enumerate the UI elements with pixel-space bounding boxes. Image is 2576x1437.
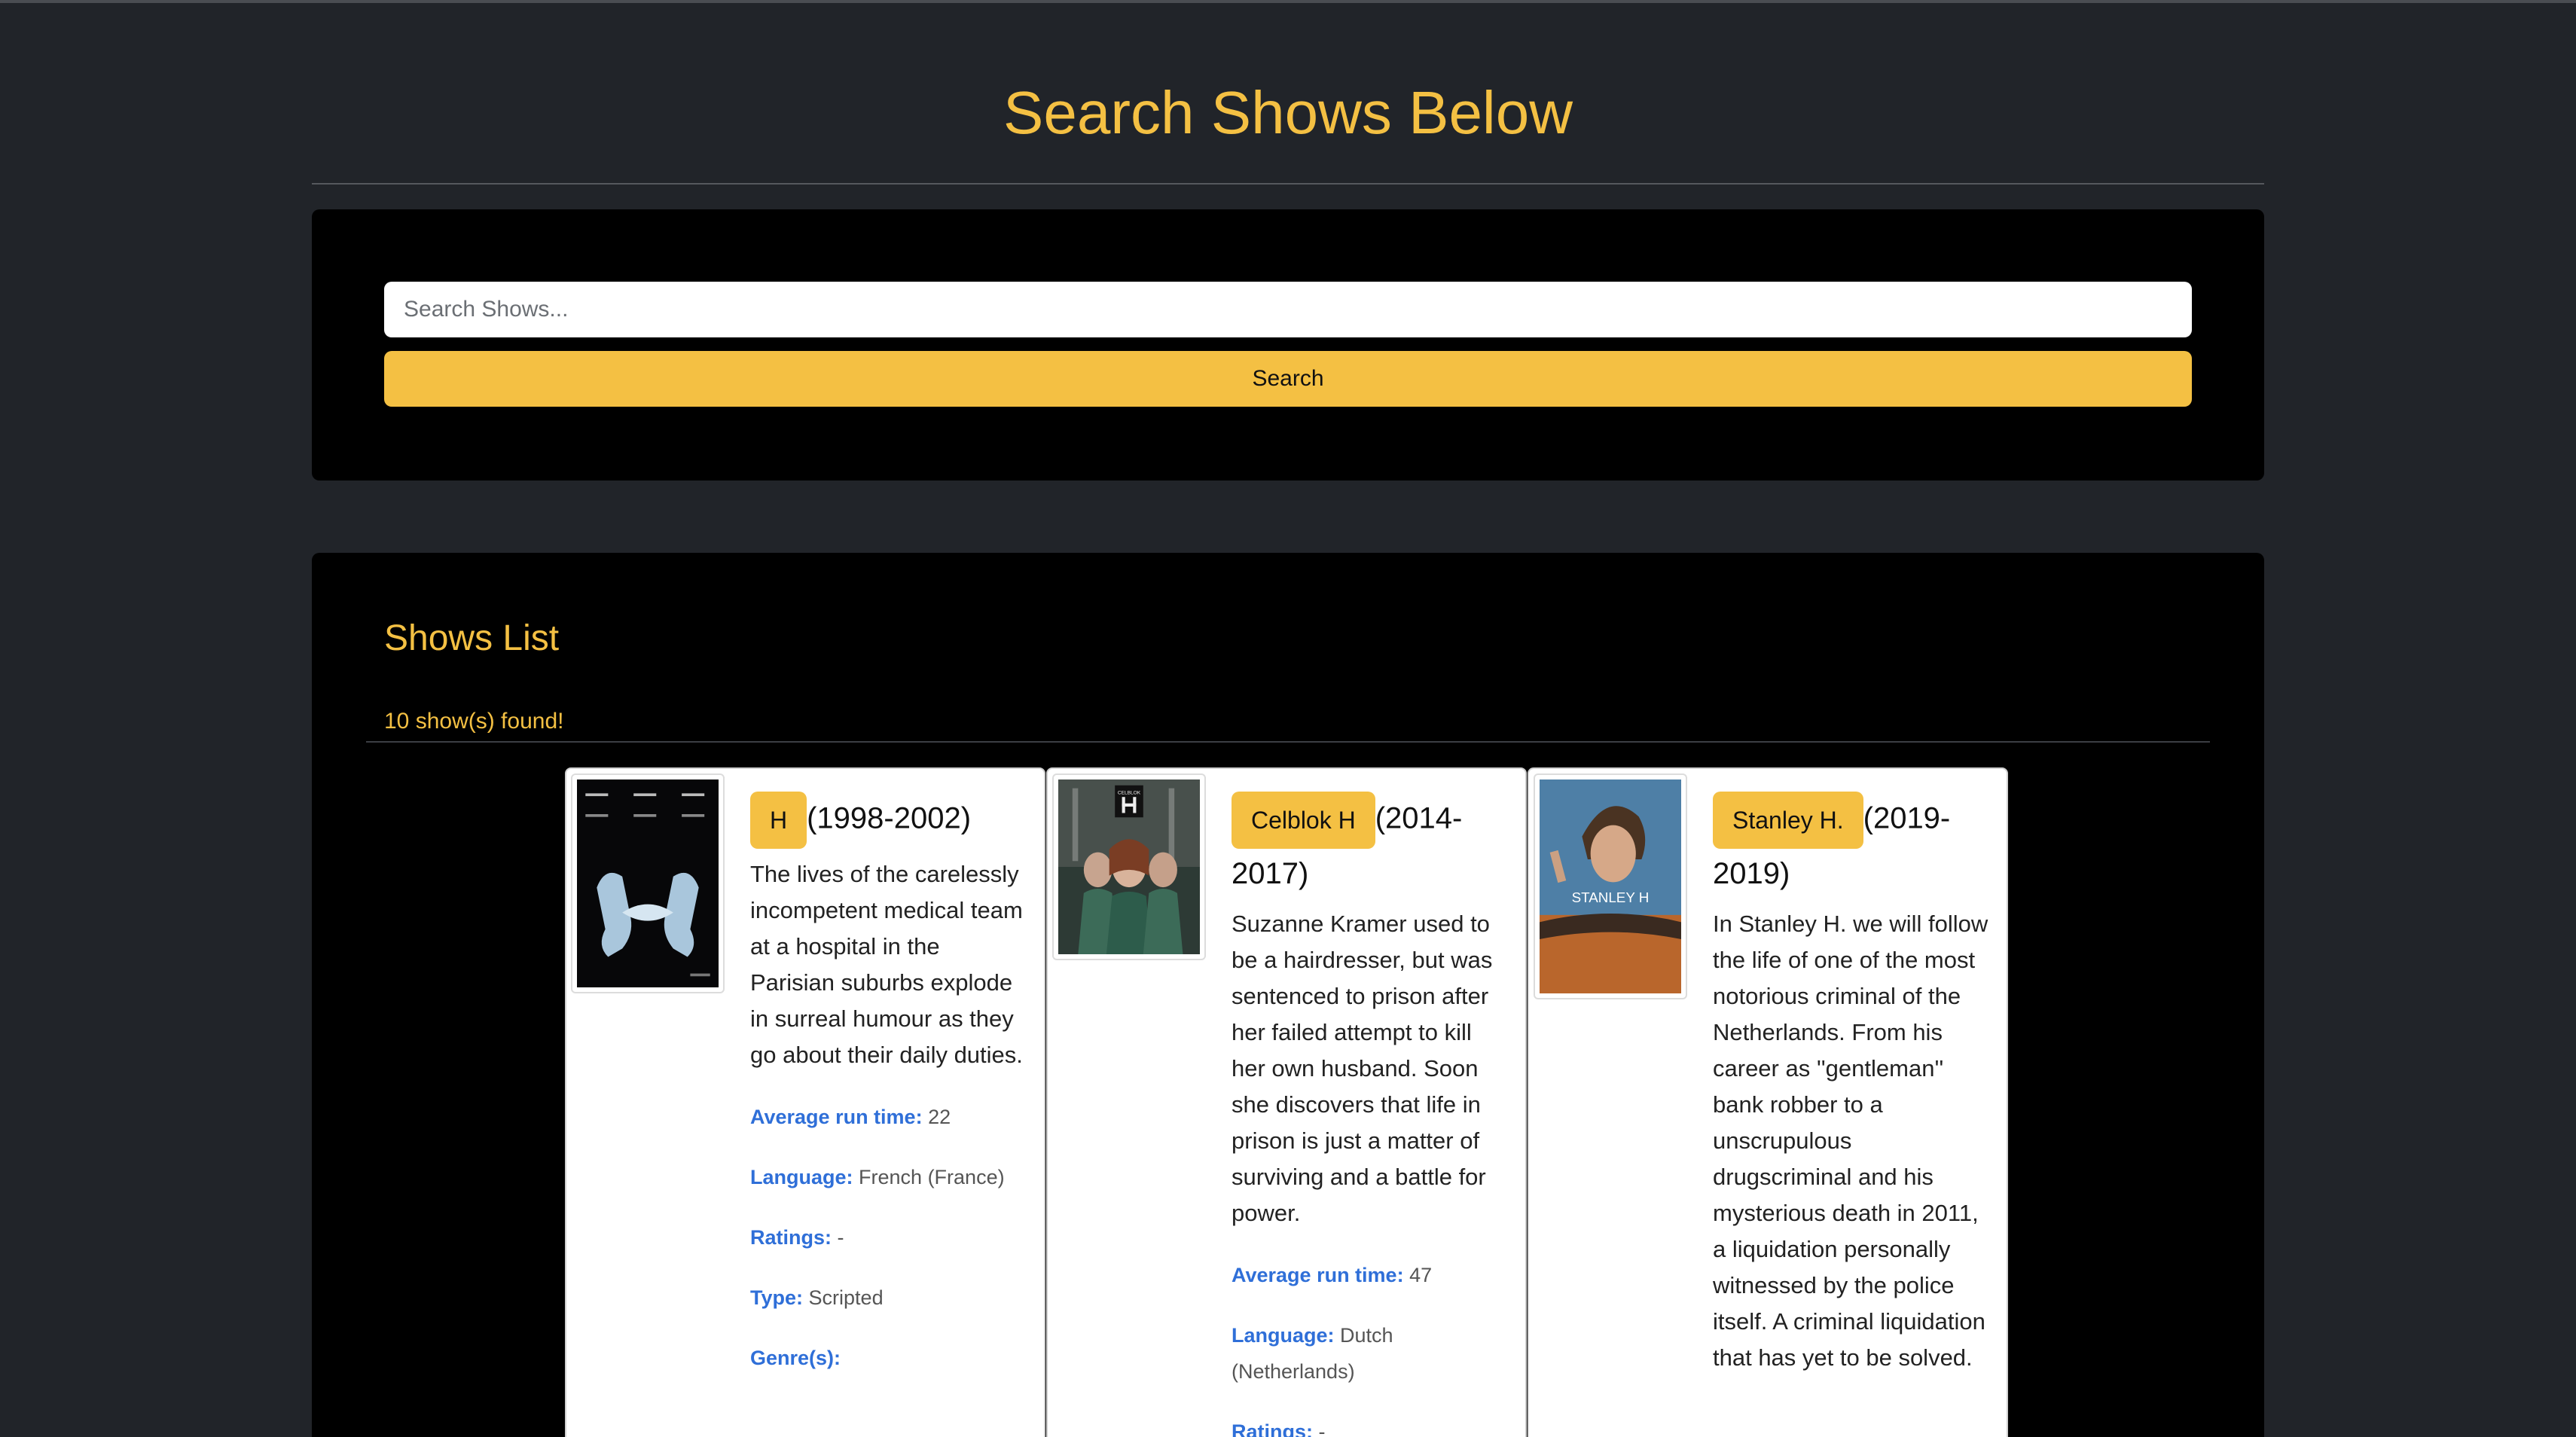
show-title: H (1998-2002) xyxy=(750,792,1029,849)
runtime-row: Average run time: 22 xyxy=(750,1099,1029,1135)
runtime-label: Average run time: xyxy=(750,1106,923,1128)
show-thumbnail[interactable]: STANLEY H xyxy=(1534,773,1687,999)
ratings-value: - xyxy=(1318,1420,1326,1437)
show-card[interactable]: CELBLOK Celblok H (2014-2017) Suzanne Kra… xyxy=(1046,767,1527,1437)
show-title: Stanley H. (2019-2019) xyxy=(1713,792,1992,899)
search-input[interactable] xyxy=(384,282,2192,337)
show-summary: Suzanne Kramer used to be a hairdresser,… xyxy=(1232,911,1493,1226)
language-label: Language: xyxy=(1232,1324,1335,1347)
show-summary: The lives of the carelessly incompetent … xyxy=(750,861,1023,1068)
type-label: Type: xyxy=(750,1286,804,1309)
results-count: 10 show(s) found! xyxy=(384,709,564,734)
language-row: Language: French (France) xyxy=(750,1159,1029,1195)
type-value: Scripted xyxy=(808,1286,884,1309)
show-poster-image xyxy=(577,780,719,987)
ratings-value: - xyxy=(837,1226,844,1249)
runtime-value: 22 xyxy=(928,1106,951,1128)
show-title: Celblok H (2014-2017) xyxy=(1232,792,1510,899)
search-button[interactable]: Search xyxy=(384,351,2192,407)
language-label: Language: xyxy=(750,1166,853,1188)
show-card[interactable]: H (1998-2002) The lives of the carelessly… xyxy=(565,767,1045,1437)
show-name-badge[interactable]: Stanley H. xyxy=(1713,792,1863,849)
type-row: Type: Scripted xyxy=(750,1280,1029,1316)
show-thumbnail[interactable]: CELBLOK xyxy=(1052,773,1206,960)
genres-label: Genre(s): xyxy=(750,1347,841,1369)
runtime-label: Average run time: xyxy=(1232,1264,1404,1286)
genres-row: Genre(s): xyxy=(750,1340,1029,1376)
list-divider xyxy=(366,741,2210,743)
page-title: Search Shows Below xyxy=(1003,79,1573,146)
language-value: French (France) xyxy=(859,1166,1005,1188)
show-poster-image: CELBLOK xyxy=(1058,780,1200,954)
runtime-row: Average run time: 47 xyxy=(1232,1257,1510,1293)
runtime-value: 47 xyxy=(1409,1264,1433,1286)
shows-list-title: Shows List xyxy=(384,618,560,658)
top-border xyxy=(0,0,2576,3)
poster-caption: STANLEY H xyxy=(1572,889,1650,905)
shows-list-panel: Shows List 10 show(s) found! H (1998-2002… xyxy=(312,553,2264,1437)
title-divider xyxy=(312,183,2264,185)
show-name-badge[interactable]: H xyxy=(750,792,807,849)
ratings-row: Ratings: - xyxy=(750,1219,1029,1255)
ratings-row: Ratings: - xyxy=(1232,1414,1510,1437)
show-name-badge[interactable]: Celblok H xyxy=(1232,792,1375,849)
show-years: (1998-2002) xyxy=(807,801,972,835)
language-row: Language: Dutch (Netherlands) xyxy=(1232,1317,1510,1390)
ratings-label: Ratings: xyxy=(1232,1420,1313,1437)
show-poster-image: STANLEY H xyxy=(1540,780,1681,993)
show-thumbnail[interactable] xyxy=(571,773,725,993)
show-card[interactable]: STANLEY H Stanley H. (2019-2019) In Stanl… xyxy=(1528,767,2008,1437)
show-summary: In Stanley H. we will follow the life of… xyxy=(1713,911,1988,1371)
search-panel: Search xyxy=(312,209,2264,481)
poster-caption: CELBLOK xyxy=(1118,790,1141,795)
ratings-label: Ratings: xyxy=(750,1226,832,1249)
